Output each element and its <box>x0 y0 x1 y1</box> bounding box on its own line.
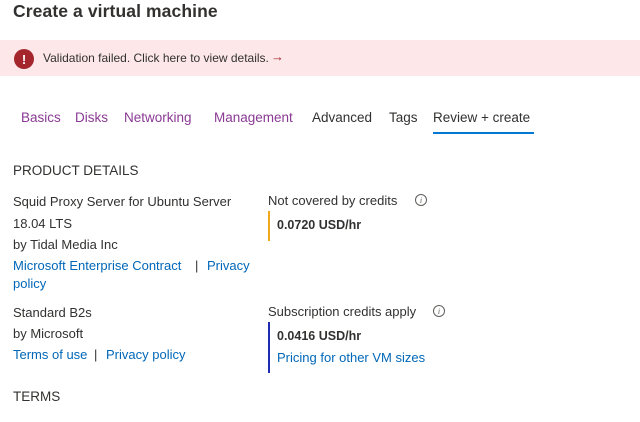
page-title: Create a virtual machine <box>13 1 218 21</box>
price-label: Subscription credits apply <box>268 304 417 319</box>
info-icon[interactable]: i <box>433 305 445 317</box>
product-name: Squid Proxy Server for Ubuntu Server <box>13 194 232 209</box>
price-value: 0.0720 USD/hr <box>277 218 362 232</box>
error-icon: ! <box>14 49 34 69</box>
terms-heading: TERMS <box>13 389 61 404</box>
tab-networking[interactable]: Networking <box>124 110 192 125</box>
privacy-policy-link-continued[interactable]: policy <box>13 276 46 291</box>
alert-text[interactable]: Validation failed. Click here to view de… <box>43 51 269 65</box>
privacy-policy-link[interactable]: Privacy policy <box>106 347 185 362</box>
terms-of-use-link[interactable]: Terms of use <box>13 347 87 362</box>
active-tab-indicator <box>433 132 534 134</box>
privacy-policy-link[interactable]: Privacy <box>207 258 250 273</box>
tab-disks[interactable]: Disks <box>75 110 108 125</box>
price-value: 0.0416 USD/hr <box>277 329 362 343</box>
price-indicator-bar <box>268 211 270 241</box>
pricing-other-sizes-link[interactable]: Pricing for other VM sizes <box>277 350 425 365</box>
info-icon[interactable]: i <box>415 194 427 206</box>
tab-review-create[interactable]: Review + create <box>433 110 530 125</box>
tab-tags[interactable]: Tags <box>389 110 418 125</box>
link-separator: | <box>195 258 199 273</box>
product-publisher: by Microsoft <box>13 326 84 341</box>
tab-advanced[interactable]: Advanced <box>312 110 372 125</box>
product-details-heading: PRODUCT DETAILS <box>13 163 139 178</box>
tab-management[interactable]: Management <box>214 110 293 125</box>
enterprise-contract-link[interactable]: Microsoft Enterprise Contract <box>13 258 181 273</box>
product-name: Standard B2s <box>13 305 92 320</box>
arrow-right-icon[interactable]: → <box>271 49 284 64</box>
product-publisher: by Tidal Media Inc <box>13 237 118 252</box>
product-name-continued: 18.04 LTS <box>13 216 73 231</box>
link-separator: | <box>94 347 98 362</box>
price-label: Not covered by credits <box>268 193 398 208</box>
tab-basics[interactable]: Basics <box>21 110 61 125</box>
price-indicator-bar <box>268 322 270 373</box>
